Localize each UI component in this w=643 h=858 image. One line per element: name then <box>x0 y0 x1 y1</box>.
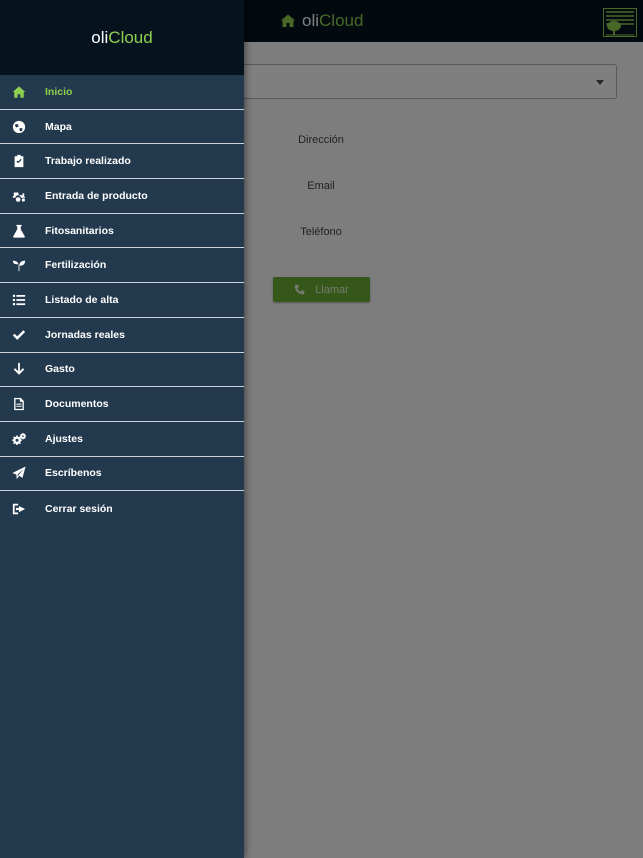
drawer-header: oliCloud <box>0 0 244 75</box>
clipboard-check-icon <box>11 153 27 169</box>
menu-item-mapa[interactable]: Mapa <box>0 110 244 145</box>
menu-item-escribenos[interactable]: Escríbenos <box>0 457 244 492</box>
cogs-icon <box>11 431 27 447</box>
home-icon <box>11 84 27 100</box>
paper-plane-icon <box>11 465 27 481</box>
menu-item-fertilizacion[interactable]: Fertilización <box>0 248 244 284</box>
menu-item-gasto[interactable]: Gasto <box>0 353 244 388</box>
menu-item-jornadas-reales[interactable]: Jornadas reales <box>0 318 244 353</box>
flask-icon <box>11 223 27 239</box>
menu-item-listado-alta[interactable]: Listado de alta <box>0 283 244 318</box>
menu-item-documentos[interactable]: Documentos <box>0 387 244 422</box>
arrow-down-icon <box>11 361 27 377</box>
menu-item-entrada-producto[interactable]: Entrada de producto <box>0 179 244 214</box>
sign-out-icon <box>11 501 27 517</box>
drawer-menu: Inicio Mapa Trabajo realizado Entrada de… <box>0 75 244 526</box>
document-icon <box>11 396 27 412</box>
drawer-brand: oliCloud <box>91 27 153 47</box>
menu-item-ajustes[interactable]: Ajustes <box>0 422 244 457</box>
list-icon <box>11 292 27 308</box>
menu-item-inicio[interactable]: Inicio <box>0 75 244 110</box>
globe-icon <box>11 119 27 135</box>
menu-item-fitosanitarios[interactable]: Fitosanitarios <box>0 214 244 249</box>
check-icon <box>11 327 27 343</box>
menu-item-cerrar-sesion[interactable]: Cerrar sesión <box>0 491 244 526</box>
tractor-icon <box>11 188 27 204</box>
seedling-icon <box>11 257 27 273</box>
menu-item-trabajo-realizado[interactable]: Trabajo realizado <box>0 144 244 180</box>
side-drawer: oliCloud Inicio Mapa Trabajo realizado E… <box>0 0 244 858</box>
